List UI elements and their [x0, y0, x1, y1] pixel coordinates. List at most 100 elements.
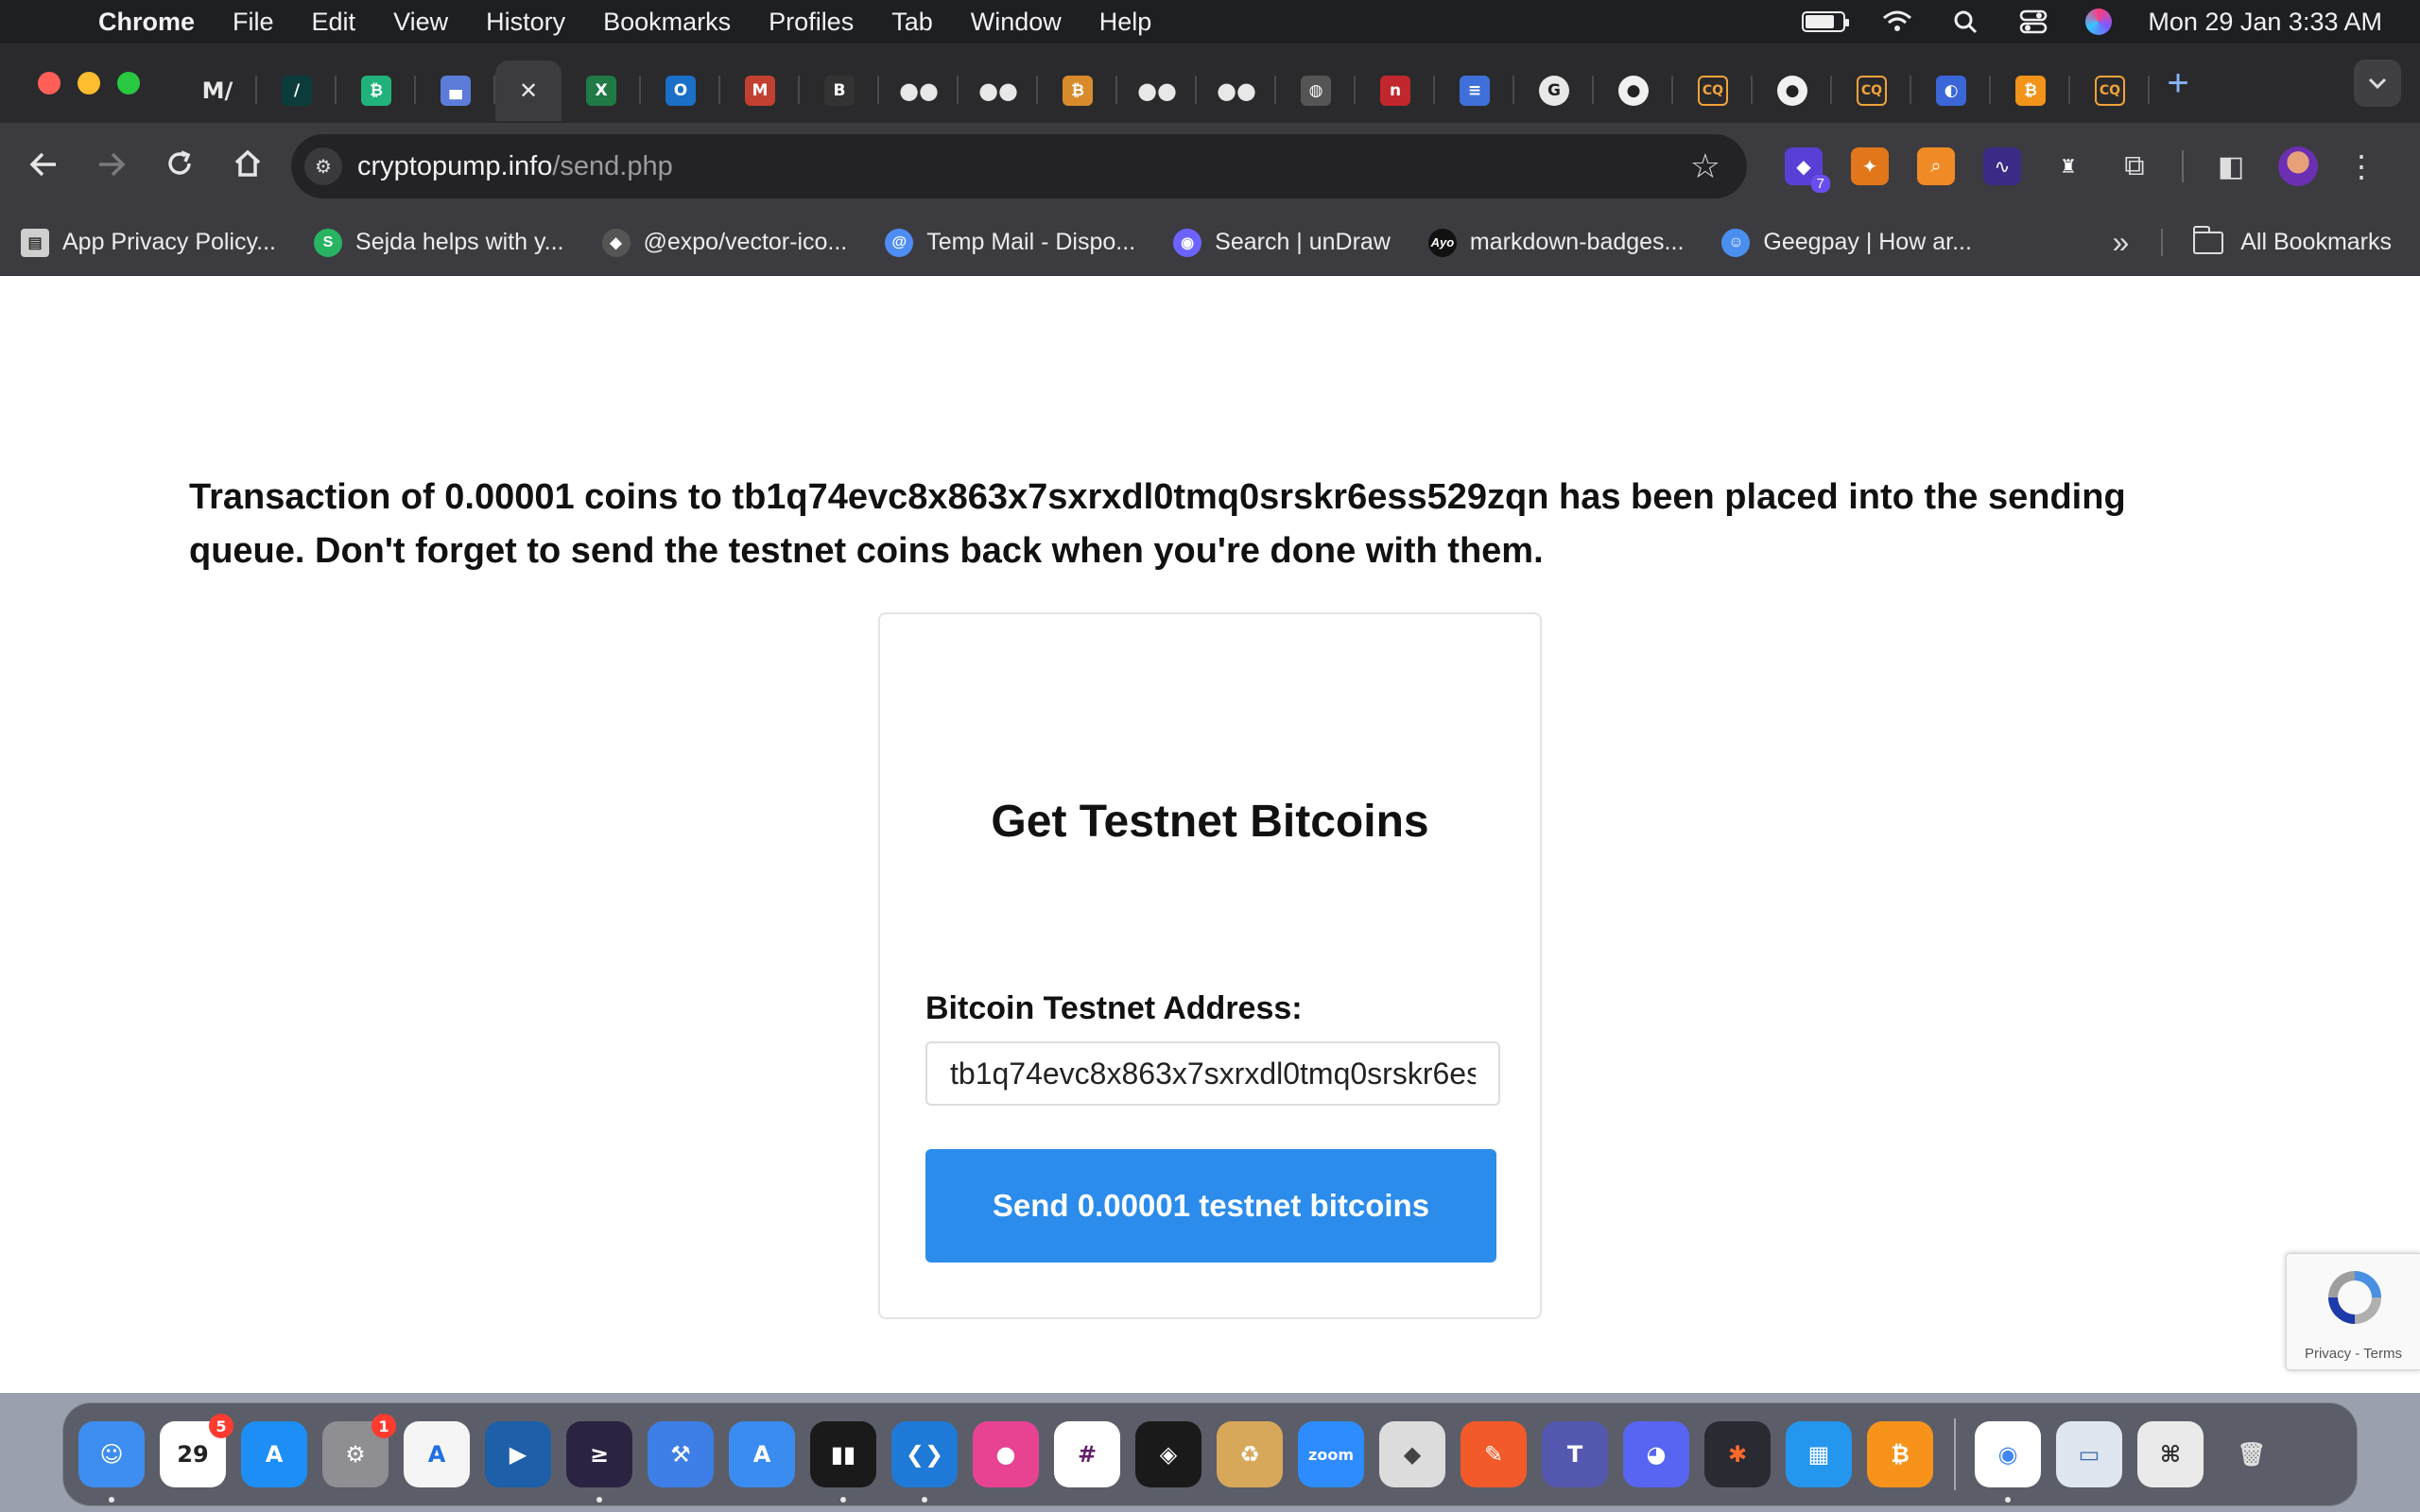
recaptcha-terms[interactable]: Privacy - Terms — [2287, 1346, 2420, 1362]
spotlight-search-icon[interactable] — [1949, 9, 1981, 34]
browser-tab[interactable]: M — [720, 60, 800, 121]
bookmark-item[interactable]: ◆ @expo/vector-ico... — [601, 228, 847, 257]
bookmark-star-icon[interactable]: ☆ — [1690, 146, 1720, 186]
finder-icon[interactable]: ☺ — [78, 1421, 145, 1503]
activity-monitor-icon[interactable]: ▮▮ — [810, 1421, 876, 1503]
pulse-extension-icon[interactable]: ∿ — [1983, 147, 2021, 185]
menu-tab[interactable]: Tab — [891, 8, 933, 37]
graph-app-icon[interactable]: ✱ — [1704, 1421, 1771, 1487]
browser-tab[interactable]: O — [641, 60, 720, 121]
trash-icon[interactable]: 🗑 — [2219, 1421, 2285, 1487]
browser-tab[interactable]: ● — [1594, 60, 1673, 121]
discord-icon[interactable]: ◕ — [1623, 1421, 1689, 1487]
forward-button[interactable] — [78, 146, 146, 186]
close-window-button[interactable] — [38, 72, 60, 94]
side-panel-icon[interactable]: ◧ — [2212, 147, 2250, 185]
browser-tab[interactable]: G — [1514, 60, 1594, 121]
menu-history[interactable]: History — [486, 8, 565, 37]
browser-tab[interactable]: ●● — [959, 60, 1038, 121]
control-center-icon[interactable] — [2017, 9, 2049, 34]
menu-window[interactable]: Window — [971, 8, 1062, 37]
system-settings-icon[interactable]: ⚙ 1 — [322, 1414, 396, 1487]
browser-tab[interactable]: n — [1356, 60, 1435, 121]
menu-bookmarks[interactable]: Bookmarks — [603, 8, 731, 37]
screenshot-icon[interactable]: ⌘ — [2137, 1421, 2204, 1487]
pen-app-icon[interactable]: ✎ — [1461, 1421, 1527, 1487]
bitcoin-app-icon[interactable]: ₿ — [1867, 1421, 1933, 1487]
bootcamp-icon[interactable]: ◆ — [1379, 1421, 1445, 1487]
extensions-puzzle-icon[interactable]: ⧉ — [2116, 147, 2153, 185]
zoom-window-button[interactable] — [117, 72, 140, 94]
search-extension-icon[interactable]: ⌕ — [1917, 147, 1955, 185]
browser-tab[interactable]: ◍ — [1276, 60, 1356, 121]
browser-tab[interactable]: ≡ — [1435, 60, 1514, 121]
zoom-icon[interactable]: zoom — [1298, 1421, 1364, 1487]
battery-icon[interactable] — [1802, 11, 1850, 32]
browser-tab[interactable]: CQ — [1673, 60, 1753, 121]
browser-tab[interactable]: / — [257, 60, 337, 121]
minimize-window-button[interactable] — [78, 72, 100, 94]
address-input[interactable] — [925, 1041, 1500, 1106]
all-bookmarks-button[interactable]: All Bookmarks — [2161, 225, 2392, 256]
terminal-cat-icon[interactable]: ≥ — [566, 1421, 632, 1503]
vscode-icon[interactable]: ❮❯ — [891, 1421, 958, 1503]
cube-app-icon[interactable]: ◈ — [1135, 1421, 1201, 1487]
chrome-icon[interactable]: ◉ — [1975, 1421, 2041, 1503]
site-settings-icon[interactable]: ⚙ — [304, 147, 342, 185]
browser-tab[interactable]: ₿ — [1991, 60, 2070, 121]
browser-tab[interactable]: ● — [1753, 60, 1832, 121]
extension-cube-icon[interactable]: ◆ 7 — [1785, 147, 1830, 193]
menu-edit[interactable]: Edit — [312, 8, 356, 37]
send-button[interactable]: Send 0.00001 testnet bitcoins — [925, 1149, 1496, 1263]
browser-tab[interactable]: B — [800, 60, 879, 121]
tab-search-button[interactable] — [2354, 60, 2401, 107]
menu-app-name[interactable]: Chrome — [98, 8, 195, 37]
bookmark-item[interactable]: ▤ App Privacy Policy... — [21, 228, 276, 257]
menu-file[interactable]: File — [233, 8, 274, 37]
profile-avatar[interactable] — [2278, 146, 2318, 186]
browser-tab[interactable]: ▄ — [416, 60, 495, 121]
metamask-icon[interactable]: ✦ — [1851, 147, 1889, 185]
menu-profiles[interactable]: Profiles — [769, 8, 854, 37]
more-menu-icon[interactable]: ⋮ — [2346, 148, 2377, 184]
siri-icon[interactable] — [2085, 9, 2113, 35]
home-button[interactable] — [214, 146, 282, 186]
bookmark-item[interactable]: ◉ Search | unDraw — [1173, 228, 1391, 257]
menu-datetime[interactable]: Mon 29 Jan 3:33 AM — [2148, 8, 2382, 37]
bookmark-item[interactable]: ☺ Geegpay | How ar... — [1721, 228, 1972, 257]
calendar-icon[interactable]: 29 5 — [160, 1414, 233, 1487]
active-tab[interactable]: ✕ — [495, 60, 562, 121]
app-store-icon[interactable]: A — [241, 1421, 307, 1487]
close-icon[interactable]: ✕ — [513, 76, 544, 106]
browser-tab[interactable]: ₿ — [337, 60, 416, 121]
address-bar[interactable]: ⚙ cryptopump.info/send.php ☆ — [291, 134, 1747, 198]
docker-icon[interactable]: ▦ — [1786, 1421, 1852, 1487]
archive-utility-icon[interactable]: ♻ — [1217, 1421, 1283, 1487]
browser-tab[interactable]: CQ — [2070, 60, 2150, 121]
slack-icon[interactable]: # — [1054, 1421, 1120, 1487]
preview-icon[interactable]: ▭ — [2056, 1421, 2122, 1487]
teams-icon[interactable]: T — [1542, 1421, 1608, 1487]
reload-button[interactable] — [146, 146, 214, 186]
browser-tab[interactable]: CQ — [1832, 60, 1911, 121]
recaptcha-badge[interactable]: Privacy - Terms — [2286, 1253, 2420, 1370]
bookmark-item[interactable]: @ Temp Mail - Dispo... — [885, 228, 1135, 257]
bookmark-item[interactable]: S Sejda helps with y... — [314, 228, 564, 257]
xcode-icon[interactable]: ⚒ — [648, 1421, 714, 1487]
color-picker-icon[interactable]: ● — [973, 1421, 1039, 1487]
browser-tab[interactable]: ●● — [879, 60, 959, 121]
back-button[interactable] — [9, 146, 78, 186]
browser-tab[interactable]: X — [562, 60, 641, 121]
xcode-instruments-icon[interactable]: A — [404, 1421, 470, 1487]
browser-tab[interactable]: ◐ — [1911, 60, 1991, 121]
menu-view[interactable]: View — [393, 8, 448, 37]
browser-tab[interactable]: ●● — [1197, 60, 1276, 121]
bookmark-item[interactable]: Ayo markdown-badges... — [1427, 228, 1684, 257]
simulator-icon[interactable]: A — [729, 1421, 795, 1487]
browser-tab[interactable]: ₿ — [1038, 60, 1117, 121]
new-tab-button[interactable]: + — [2150, 62, 2206, 105]
android-extension-icon[interactable]: ♜ — [2049, 147, 2087, 185]
wifi-icon[interactable] — [1881, 9, 1913, 34]
remote-desktop-icon[interactable]: ▶ — [485, 1421, 551, 1487]
menu-help[interactable]: Help — [1099, 8, 1152, 37]
